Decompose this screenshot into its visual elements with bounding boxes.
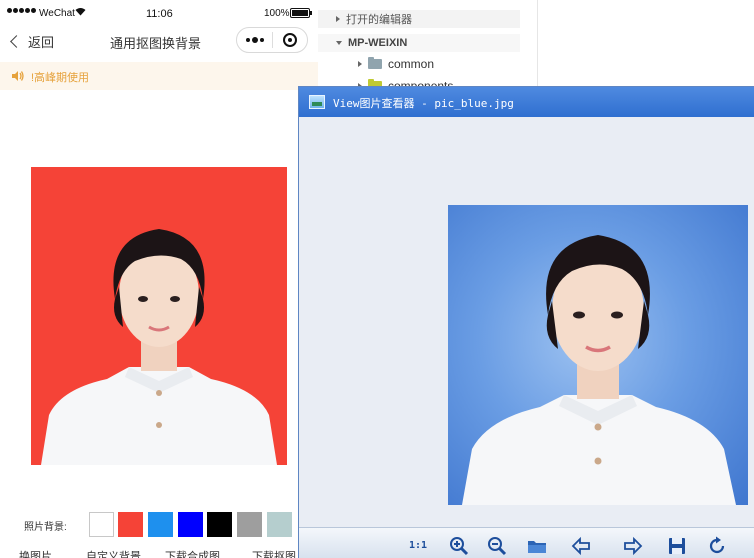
back-label: 返回 <box>28 35 55 50</box>
signal-icon <box>7 8 36 13</box>
speaker-icon <box>12 71 24 81</box>
swatch-sky-blue[interactable] <box>148 512 173 537</box>
more-icon <box>245 38 250 42</box>
swatch-white[interactable] <box>89 512 114 537</box>
nav-bar: 返回 通用抠图换背景 <box>0 26 318 60</box>
portrait-photo-red <box>31 167 287 465</box>
background-label: 照片背景: <box>24 522 67 533</box>
zoom-out-icon[interactable] <box>487 536 507 556</box>
target-icon <box>282 33 297 47</box>
battery-percent: 100% <box>264 8 290 19</box>
swatch-black[interactable] <box>207 512 232 537</box>
status-time: 11:06 <box>146 8 173 20</box>
open-folder-icon[interactable] <box>527 536 547 556</box>
actual-size-button[interactable]: 1:1 <box>409 540 431 558</box>
change-image-button[interactable]: 换图片 <box>19 548 52 558</box>
tree-item-common[interactable]: common <box>358 55 560 73</box>
image-canvas[interactable] <box>299 117 754 527</box>
carrier-name: WeChat <box>39 8 75 19</box>
tree-item-label: common <box>388 57 435 71</box>
open-editors-label: 打开的编辑器 <box>346 14 412 26</box>
more-button[interactable] <box>237 37 272 43</box>
portrait-photo-blue <box>448 205 748 505</box>
previous-icon[interactable] <box>571 536 591 556</box>
back-button[interactable]: 返回 <box>10 32 55 51</box>
rotate-icon[interactable] <box>707 536 727 556</box>
screen: WeChat 11:06 100% 返回 通用抠图换背景 !高峰期使用 照片背景… <box>0 0 754 558</box>
swatch-red[interactable] <box>118 512 143 537</box>
phone-simulator: WeChat 11:06 100% 返回 通用抠图换背景 !高峰期使用 照片背景… <box>0 0 318 558</box>
status-bar: WeChat 11:06 100% <box>0 0 318 26</box>
viewer-title-bar[interactable]: View图片查看器 - pic_blue.jpg <box>299 87 754 117</box>
next-icon[interactable] <box>623 536 643 556</box>
image-viewer-window: View图片查看器 - pic_blue.jpg 1:1 <box>298 86 754 558</box>
notice-bar: !高峰期使用 <box>0 62 318 90</box>
project-label: MP-WEIXIN <box>348 37 408 49</box>
folder-icon <box>368 57 382 69</box>
zoom-in-icon[interactable] <box>449 536 469 556</box>
battery-icon <box>290 8 312 18</box>
custom-background-button[interactable]: 自定义背景 <box>86 548 141 558</box>
swatch-blue[interactable] <box>178 512 203 537</box>
download-cutout-button[interactable]: 下载抠图 <box>252 548 296 558</box>
picture-app-icon <box>309 95 325 109</box>
notice-text: !高峰期使用 <box>31 72 90 84</box>
save-icon[interactable] <box>667 536 687 556</box>
wifi-icon <box>75 8 86 16</box>
menu-capsule <box>236 27 308 53</box>
project-section[interactable]: MP-WEIXIN <box>318 34 520 52</box>
viewer-toolbar: 1:1 <box>299 527 754 558</box>
chevron-right-icon <box>336 16 340 22</box>
swatch-light-cyan[interactable] <box>267 512 292 537</box>
download-composite-button[interactable]: 下载合成图 <box>165 548 220 558</box>
swatch-gray[interactable] <box>237 512 262 537</box>
chevron-down-icon <box>336 41 342 45</box>
chevron-left-icon <box>10 35 23 48</box>
open-editors-section[interactable]: 打开的编辑器 <box>318 10 520 28</box>
action-bar: 换图片 自定义背景 下载合成图 下载抠图 <box>0 548 318 558</box>
viewer-title: View图片查看器 - pic_blue.jpg <box>333 97 514 110</box>
chevron-right-icon <box>358 61 362 67</box>
page-title: 通用抠图换背景 <box>110 36 202 51</box>
file-explorer: 打开的编辑器 MP-WEIXIN common components <box>318 0 754 93</box>
close-miniprogram-button[interactable] <box>273 33 307 47</box>
